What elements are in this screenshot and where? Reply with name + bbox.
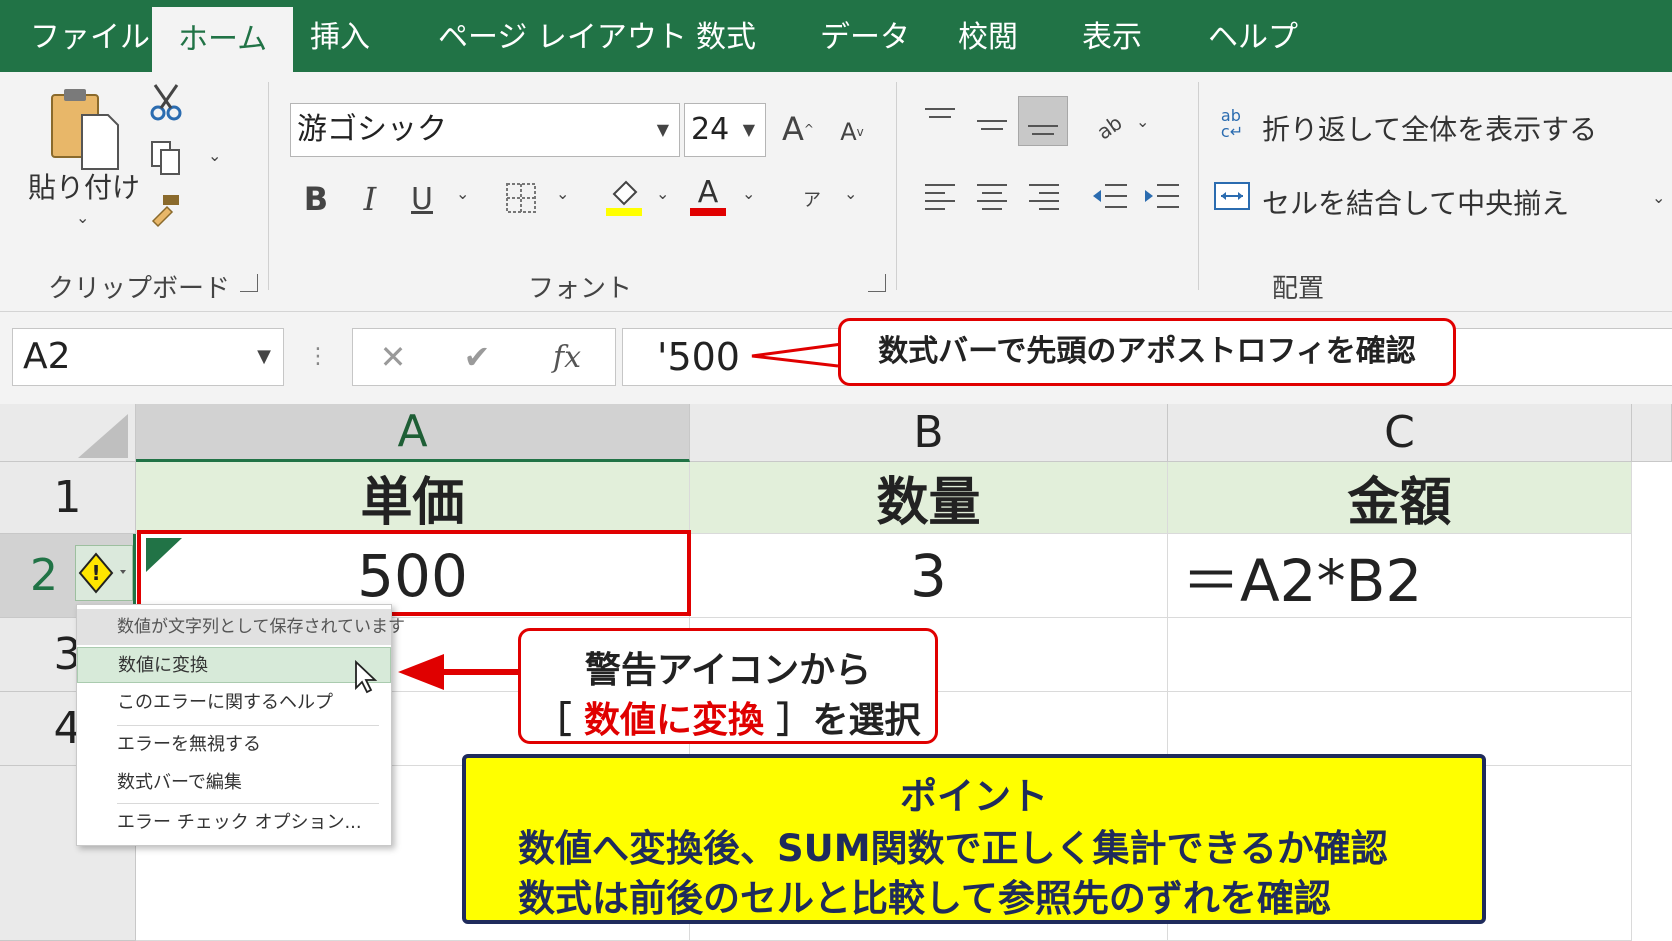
bracket-open: ［: [535, 700, 572, 741]
menu-note-callout: 警告アイコンから ［ 数値に変換 ］を選択: [518, 628, 938, 744]
point-line1: 数値へ変換後、SUM関数で正しく集計できるか確認: [518, 827, 1388, 870]
formula-note-callout: 数式バーで先頭のアポストロフィを確認: [838, 318, 1456, 386]
point-title: ポイント: [900, 775, 1048, 818]
point-line2: 数式は前後のセルと比較して参照先のずれを確認: [518, 877, 1331, 920]
menu-note-line2: ［ 数値に変換 ］を選択: [521, 691, 935, 743]
menu-note-action: 数値に変換: [583, 700, 764, 741]
menu-note-line1: 警告アイコンから: [584, 650, 872, 691]
bracket-close: ］を選択: [776, 700, 921, 741]
point-callout: ポイント 数値へ変換後、SUM関数で正しく集計できるか確認 数式は前後のセルと比…: [462, 754, 1486, 924]
